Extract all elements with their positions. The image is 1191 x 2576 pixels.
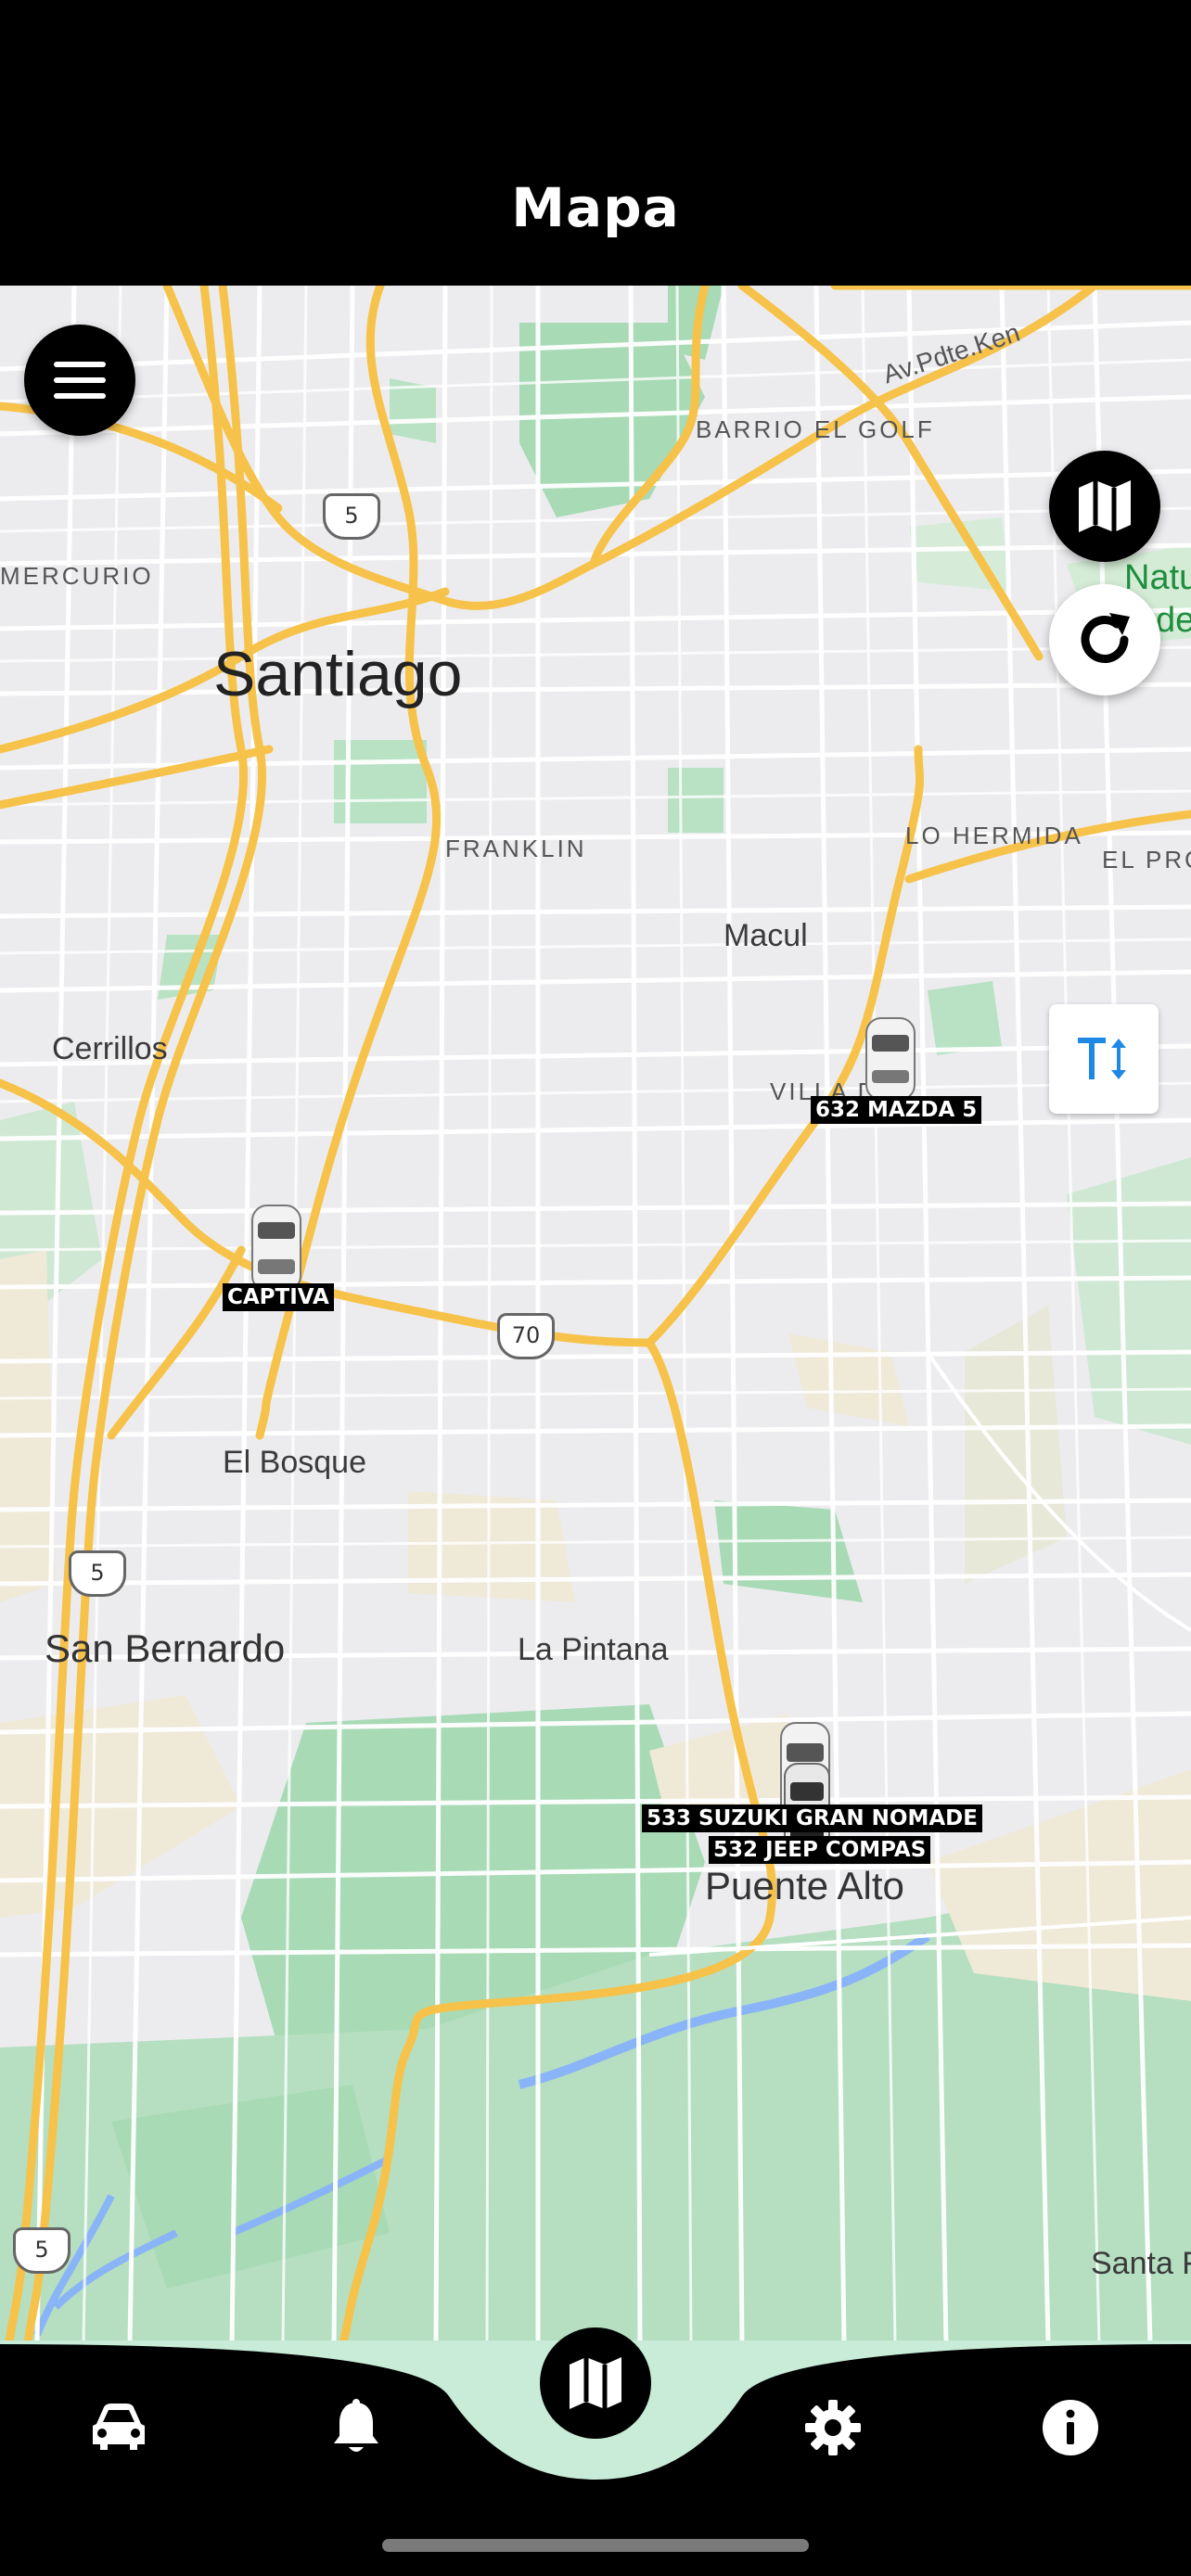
car-icon (251, 1205, 301, 1292)
home-indicator[interactable] (382, 2539, 809, 2552)
nav-notifications[interactable] (310, 2381, 403, 2474)
bell-icon (334, 2399, 378, 2452)
vehicle-label-jeep: 532 JEEP COMPAS (709, 1836, 931, 1864)
map-type-button[interactable] (1049, 451, 1160, 562)
refresh-icon (1081, 613, 1130, 663)
text-size-icon (1078, 1038, 1126, 1079)
place-label-cerrillos: Cerrillos (52, 1031, 168, 1066)
place-label-san-bernardo: San Bernardo (45, 1626, 286, 1670)
info-icon (1043, 2400, 1098, 2455)
park-label-line-2: de (1156, 601, 1191, 640)
nav-settings[interactable] (787, 2381, 879, 2474)
map-icon (570, 2357, 621, 2409)
text-size-button[interactable] (1049, 1004, 1159, 1114)
menu-button[interactable] (24, 325, 135, 436)
place-label-santiago: Santiago (213, 639, 463, 709)
place-label-la-pintana: La Pintana (518, 1632, 669, 1667)
refresh-button[interactable] (1049, 584, 1160, 695)
vehicle-label-captiva: CAPTIVA (223, 1283, 334, 1311)
nav-info[interactable] (1024, 2381, 1117, 2474)
vehicle-marker-mazda[interactable] (857, 1014, 924, 1108)
place-label-macul: Macul (724, 918, 808, 953)
place-label-el-bosque: El Bosque (223, 1445, 366, 1480)
route-shield-5-far-south: 5 (13, 2227, 70, 2274)
vehicle-label-suzuki: 533 SUZUKI GRAN NOMADE (642, 1804, 982, 1832)
app-header: Mapa (0, 0, 1191, 286)
route-shield-5-south: 5 (69, 1550, 126, 1597)
car-icon (865, 1017, 916, 1101)
place-label-puente-alto: Puente Alto (705, 1864, 904, 1907)
place-label-mercurio: MERCURIO (0, 562, 154, 590)
nav-map[interactable] (540, 2327, 651, 2439)
map-view[interactable]: Santiago BARRIO EL GOLF MERCURIO FRANKLI… (0, 286, 1191, 2342)
route-shield-70: 70 (497, 1313, 555, 1359)
nav-vehicles[interactable] (72, 2381, 165, 2474)
map-canvas[interactable] (0, 286, 1191, 2342)
place-label-santa: Santa F (1091, 2246, 1191, 2281)
place-label-lo-hermida: LO HERMIDA (905, 822, 1083, 849)
map-icon (1079, 480, 1131, 532)
place-label-franklin: FRANKLIN (445, 835, 587, 862)
vehicle-label-mazda: 632 MAZDA 5 (811, 1096, 982, 1124)
page-title: Mapa (511, 176, 680, 239)
gear-icon (805, 2400, 861, 2455)
place-label-el-pro: EL PRO (1102, 846, 1191, 874)
car-icon (93, 2404, 145, 2450)
place-label-barrio-el-golf: BARRIO EL GOLF (696, 415, 935, 443)
route-shield-5: 5 (323, 493, 380, 540)
menu-icon (54, 362, 106, 399)
